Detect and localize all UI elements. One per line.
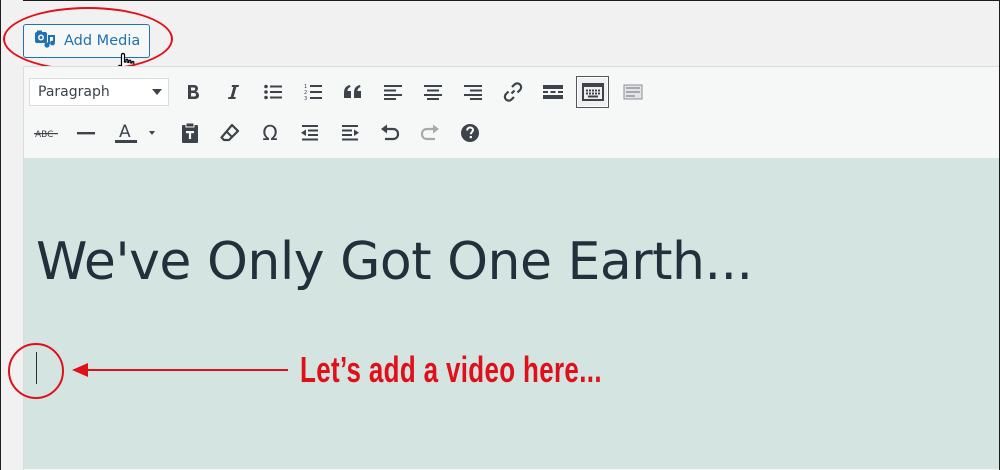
- svg-text:3: 3: [304, 96, 307, 101]
- strikethrough-button[interactable]: ABC: [31, 118, 61, 148]
- read-more-icon: [543, 85, 563, 99]
- text-tab-button[interactable]: [618, 77, 648, 107]
- content-heading[interactable]: We've Only Got One Earth...: [36, 232, 753, 292]
- align-left-icon: [384, 85, 402, 100]
- quote-icon: [344, 85, 361, 98]
- clipboard-icon: [182, 122, 198, 143]
- eraser-icon: [220, 123, 240, 142]
- bold-icon: [188, 85, 199, 99]
- highlight-oval-add-media: [3, 7, 173, 71]
- link-icon: [503, 82, 523, 102]
- undo-button[interactable]: [375, 118, 405, 148]
- bold-button[interactable]: [178, 77, 208, 107]
- keyboard-shortcuts-button[interactable]: [455, 118, 485, 148]
- special-character-button[interactable]: Ω: [255, 118, 285, 148]
- text-color-icon: A: [115, 122, 155, 143]
- annotation-callout: Let’s add a video here...: [300, 349, 602, 390]
- paste-as-text-button[interactable]: [175, 118, 205, 148]
- text-tab-icon: [623, 84, 643, 100]
- strikethrough-icon: ABC: [34, 130, 58, 140]
- outdent-icon: [301, 125, 318, 141]
- align-center-icon: [424, 85, 442, 100]
- text-color-button[interactable]: A: [112, 118, 160, 148]
- undo-icon: [381, 124, 400, 141]
- bullet-list-icon: [264, 84, 282, 100]
- editor-content-area[interactable]: [23, 158, 999, 469]
- text-color-label: A: [119, 122, 131, 142]
- align-right-icon: [464, 85, 482, 100]
- chevron-down-icon: [152, 89, 162, 95]
- annotation-arrow: [80, 369, 288, 371]
- align-left-button[interactable]: [378, 77, 408, 107]
- help-icon: [461, 124, 479, 142]
- italic-icon: [228, 85, 239, 99]
- read-more-button[interactable]: [538, 77, 568, 107]
- left-strip: [1, 0, 23, 470]
- insert-link-button[interactable]: [498, 77, 528, 107]
- format-select-value: Paragraph: [38, 84, 110, 100]
- clear-formatting-button[interactable]: [215, 118, 245, 148]
- italic-button[interactable]: [218, 77, 248, 107]
- horizontal-line-button[interactable]: [71, 118, 101, 148]
- horizontal-line-icon: [77, 132, 95, 135]
- redo-button[interactable]: [415, 118, 445, 148]
- increase-indent-button[interactable]: [335, 118, 365, 148]
- omega-icon: Ω: [262, 121, 278, 145]
- format-select[interactable]: Paragraph: [29, 78, 169, 106]
- highlight-circle-caret: [8, 343, 64, 399]
- align-center-button[interactable]: [418, 77, 448, 107]
- align-right-button[interactable]: [458, 77, 488, 107]
- decrease-indent-button[interactable]: [295, 118, 325, 148]
- toolbar-toggle-button[interactable]: [576, 76, 609, 108]
- indent-icon: [342, 125, 359, 141]
- bullet-list-button[interactable]: [258, 77, 288, 107]
- keyboard-icon: [581, 83, 604, 101]
- strikethrough-label: ABC: [35, 130, 53, 140]
- redo-icon: [420, 124, 439, 141]
- blockquote-button[interactable]: [338, 77, 368, 107]
- numbered-list-icon: 123: [304, 84, 322, 101]
- numbered-list-button[interactable]: 123: [298, 77, 328, 107]
